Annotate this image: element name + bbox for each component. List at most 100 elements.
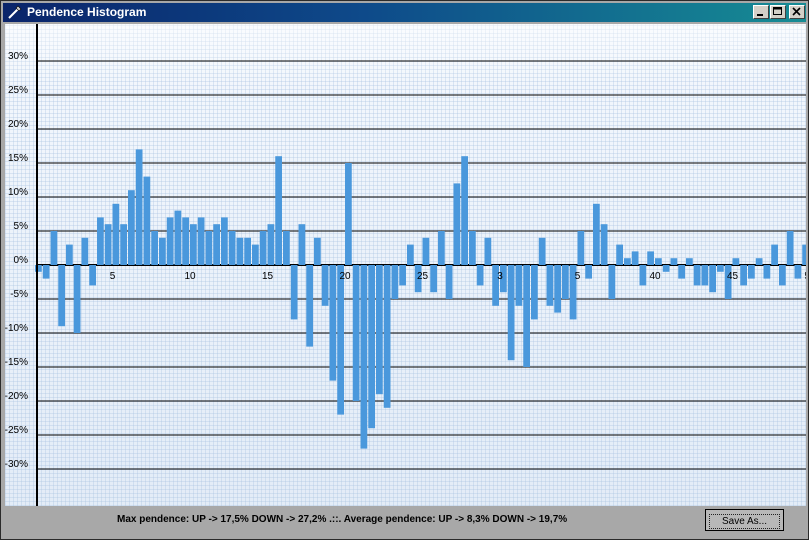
x-tick-label: 50 [804, 271, 806, 282]
histogram-window: Pendence Histogram 30% 25% 20% 15% 10% 5% 0% -5… [0, 0, 809, 540]
y-tick-label: -15% [5, 357, 28, 368]
histogram-bar [314, 237, 321, 265]
histogram-bar [151, 231, 158, 265]
histogram-bar [771, 244, 778, 265]
histogram-bar [205, 231, 213, 265]
histogram-bar [228, 231, 236, 265]
histogram-bar [755, 258, 763, 265]
histogram-bar [523, 265, 530, 367]
histogram-bar [453, 183, 461, 265]
histogram-bar [686, 258, 693, 265]
histogram-bar [794, 265, 802, 279]
histogram-bar [593, 203, 600, 265]
histogram-bar [97, 217, 104, 265]
x-tick-label: 5 [575, 271, 581, 282]
status-bar: Max pendence: UP -> 17,5% DOWN -> 27,2% … [5, 507, 806, 537]
histogram-bar [422, 237, 430, 265]
maximize-icon [773, 7, 782, 15]
histogram-bar [701, 265, 709, 286]
histogram-bar [376, 265, 383, 395]
histogram-bar [197, 217, 205, 265]
histogram-bar [221, 217, 228, 265]
histogram-bar [337, 265, 344, 415]
x-tick-label: 3 [497, 271, 503, 282]
histogram-bar [166, 217, 174, 265]
histogram-bar [740, 265, 747, 286]
histogram-bar [236, 237, 244, 265]
y-tick-label: 25% [8, 85, 28, 96]
histogram-bar [678, 265, 685, 279]
histogram-bar [360, 265, 368, 449]
save-as-button[interactable]: Save As... [705, 509, 784, 531]
minimize-button[interactable] [753, 5, 769, 19]
histogram-bar [554, 265, 561, 313]
histogram-bar [290, 265, 298, 320]
y-tick-label: 15% [8, 153, 28, 164]
histogram-bar [159, 237, 166, 265]
maximize-button[interactable] [770, 5, 786, 19]
y-tick-label: -25% [5, 425, 28, 436]
histogram-bar [562, 265, 569, 299]
histogram-bar [662, 265, 670, 272]
histogram-bar [81, 237, 89, 265]
x-tick-label: 15 [262, 271, 274, 282]
histogram-bar [639, 265, 647, 286]
x-tick-label: 20 [339, 271, 351, 282]
histogram-bar [507, 265, 515, 361]
histogram-bar [252, 244, 259, 265]
y-tick-label: 10% [8, 187, 28, 198]
close-button[interactable] [789, 5, 805, 19]
minimize-icon [757, 14, 763, 16]
histogram-bar [608, 265, 616, 299]
y-tick-label: -30% [5, 459, 28, 470]
histogram-bar [275, 156, 282, 265]
histogram-bar [616, 244, 623, 265]
histogram-bar [670, 258, 678, 265]
app-icon [8, 5, 22, 19]
histogram-bar [407, 244, 414, 265]
histogram-bar [438, 231, 445, 265]
histogram-bar [329, 265, 337, 381]
x-tick-label: 25 [417, 271, 429, 282]
x-tick-label: 5 [110, 271, 116, 282]
histogram-bar [104, 224, 112, 265]
histogram-bar [709, 265, 716, 293]
histogram-bar [135, 149, 143, 265]
window-title: Pendence Histogram [27, 5, 147, 19]
pendence-summary: Max pendence: UP -> 17,5% DOWN -> 27,2% … [117, 514, 568, 525]
histogram-bar [693, 265, 701, 286]
histogram-bar [399, 265, 406, 286]
histogram-chart: 30% 25% 20% 15% 10% 5% 0% -5% -10% -15% -20% -25% -3… [5, 24, 806, 506]
histogram-bar [345, 163, 352, 265]
histogram-bar [546, 265, 554, 306]
y-tick-label: 30% [8, 51, 28, 62]
histogram-bar [624, 258, 631, 265]
x-tick-label: 10 [184, 271, 196, 282]
histogram-bar [531, 265, 538, 320]
histogram-bar [786, 231, 794, 265]
histogram-bar [430, 265, 437, 293]
close-icon [792, 7, 801, 16]
histogram-bar [259, 231, 267, 265]
y-tick-label: -10% [5, 323, 28, 334]
title-bar[interactable]: Pendence Histogram [3, 3, 806, 22]
histogram-bar [42, 265, 50, 279]
histogram-bar [321, 265, 329, 306]
histogram-bar [298, 224, 306, 265]
x-tick-label: 45 [727, 271, 739, 282]
histogram-bar [190, 224, 197, 265]
histogram-bar [50, 231, 58, 265]
histogram-bar [484, 237, 492, 265]
histogram-bar [352, 265, 360, 401]
histogram-bar [120, 224, 127, 265]
histogram-bar [445, 265, 453, 299]
histogram-bar [469, 231, 476, 265]
histogram-bar [717, 265, 724, 272]
histogram-bar [779, 265, 786, 286]
histogram-bar [89, 265, 96, 286]
histogram-bar [515, 265, 523, 306]
x-tick-label: 40 [649, 271, 661, 282]
histogram-bar [461, 156, 468, 265]
histogram-bar [476, 265, 484, 286]
histogram-bar [802, 244, 806, 265]
